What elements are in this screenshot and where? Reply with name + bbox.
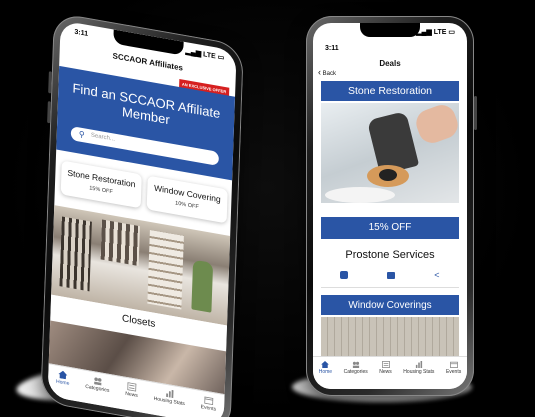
deal-discount-banner: 15% OFF bbox=[321, 217, 459, 239]
tab-news[interactable]: News bbox=[379, 357, 392, 375]
home-icon bbox=[58, 370, 68, 380]
window-coverings-image bbox=[321, 317, 459, 357]
vendor-card-divider bbox=[321, 287, 459, 288]
calendar-icon bbox=[449, 361, 458, 368]
search-icon: ⚲ bbox=[78, 129, 85, 140]
deal-discount: 15% OFF bbox=[368, 222, 412, 233]
tab-label: Events bbox=[445, 369, 462, 375]
categories-icon bbox=[93, 377, 102, 386]
tab-label: Categories bbox=[85, 383, 110, 394]
deal-title-banner: Stone Restoration bbox=[321, 81, 459, 101]
tab-events[interactable]: Events bbox=[201, 391, 217, 413]
status-time: 3:11 bbox=[325, 45, 339, 52]
scene: 3:11 ▂▄▆ LTE ▭ SCCAOR Affiliates AN EXCL… bbox=[0, 0, 535, 417]
deal-card-window-covering[interactable]: Window Covering 10% OFF bbox=[146, 175, 228, 224]
categories-icon bbox=[352, 361, 359, 368]
deal-card-stone-restoration[interactable]: Stone Restoration 15% OFF bbox=[60, 160, 142, 209]
tab-label: Events bbox=[200, 403, 217, 413]
tab-housing-stats[interactable]: Housing Stats bbox=[154, 383, 186, 407]
phone-icon[interactable] bbox=[340, 271, 349, 279]
tab-label: Housing Stats bbox=[403, 369, 435, 375]
tab-housing-stats[interactable]: Housing Stats bbox=[403, 357, 434, 375]
tab-label: Home bbox=[318, 369, 333, 375]
left-screen: 3:11 ▂▄▆ LTE ▭ SCCAOR Affiliates AN EXCL… bbox=[47, 20, 237, 417]
right-screen: 3:11 ▂▄▆ LTE ▭ ‹ Back Deals Stone Restor… bbox=[313, 23, 467, 389]
tab-home[interactable]: Home bbox=[319, 357, 332, 375]
tab-categories[interactable]: Categories bbox=[344, 357, 368, 375]
vendor-name: Prostone Services bbox=[345, 249, 435, 261]
news-icon bbox=[381, 361, 390, 368]
right-phone: 3:11 ▂▄▆ LTE ▭ ‹ Back Deals Stone Restor… bbox=[306, 16, 477, 396]
category-label: Closets bbox=[121, 313, 156, 330]
status-bar: 3:11 ▂▄▆ LTE ▭ bbox=[313, 23, 467, 52]
housing-stats-icon bbox=[415, 361, 422, 368]
tab-label: News bbox=[379, 369, 392, 375]
search-placeholder: Search... bbox=[90, 132, 115, 143]
status-time: 3:11 bbox=[74, 28, 89, 38]
tab-news[interactable]: News bbox=[125, 378, 138, 399]
vendor-actions: < bbox=[321, 267, 459, 283]
email-icon[interactable] bbox=[387, 271, 396, 279]
back-button[interactable]: ‹ Back bbox=[318, 67, 336, 77]
status-network: ▂▄▆ LTE ▭ bbox=[416, 29, 455, 36]
share-icon[interactable]: < bbox=[434, 270, 439, 280]
deal-title: Stone Restoration bbox=[347, 85, 433, 97]
status-network: ▂▄▆ LTE ▭ bbox=[185, 48, 225, 62]
left-phone: 3:11 ▂▄▆ LTE ▭ SCCAOR Affiliates AN EXCL… bbox=[0, 0, 300, 417]
header-title: Deals bbox=[379, 59, 401, 68]
tab-categories[interactable]: Categories bbox=[85, 371, 110, 394]
calendar-icon bbox=[204, 396, 214, 406]
tab-label: Home bbox=[55, 378, 70, 387]
section-banner-window-coverings[interactable]: Window Coverings bbox=[321, 295, 459, 315]
chevron-left-icon: ‹ bbox=[318, 67, 321, 77]
back-label: Back bbox=[322, 71, 337, 77]
deal-image bbox=[321, 103, 459, 203]
section-title: Window Coverings bbox=[348, 300, 432, 311]
tab-events[interactable]: Events bbox=[446, 357, 461, 375]
housing-stats-icon bbox=[165, 389, 174, 399]
tab-label: News bbox=[125, 390, 138, 399]
tab-label: Categories bbox=[343, 369, 368, 375]
news-icon bbox=[127, 382, 137, 392]
home-icon bbox=[321, 361, 330, 368]
tab-bar: Home Categories News Housing Stats Event… bbox=[313, 356, 467, 389]
tab-home[interactable]: Home bbox=[56, 366, 70, 387]
